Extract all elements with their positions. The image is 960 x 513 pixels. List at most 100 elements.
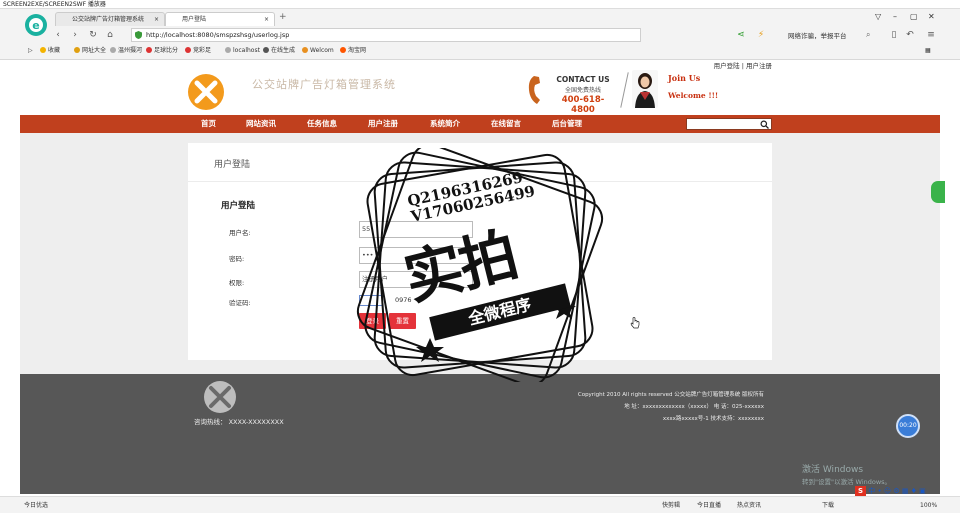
login-panel-header: 用户登陆 (214, 160, 251, 170)
status-hot-news[interactable]: 热点资讯 (737, 498, 761, 513)
captcha-label: 验证码: (229, 299, 251, 307)
tab-user-login[interactable]: 用户登陆 × (165, 12, 275, 26)
menu-icon[interactable]: ≡ (925, 29, 937, 41)
nav-item-home[interactable]: 首页 (201, 115, 216, 133)
username-field[interactable]: 55 (359, 221, 473, 238)
player-title-bar: SCREEN2EXE/SCREEN2SWF 播放器 (0, 0, 960, 9)
footer-copyright: Copyright 2010 All rights reserved 公交站牌广… (577, 392, 764, 398)
reset-button[interactable]: 重置 (389, 313, 416, 329)
address-bar[interactable]: http://localhost:8080/smspzshsg/userlog.… (131, 28, 641, 42)
login-panel: 用户登陆 用户登陆 用户名: 55 密码: ••• 权限: 注册用户 验证码: … (188, 143, 772, 360)
status-today-picks[interactable]: 今日优选 (24, 498, 48, 513)
login-title: 用户登陆 (221, 201, 256, 211)
nav-item-tasks[interactable]: 任务信息 (307, 115, 337, 133)
site-logo-icon[interactable] (186, 72, 226, 112)
url-text: http://localhost:8080/smspzshsg/userlog.… (146, 31, 290, 39)
status-live[interactable]: 今日直播 (697, 498, 721, 513)
captcha-input[interactable] (359, 295, 383, 306)
bookmark-welcome[interactable]: Welcom (302, 44, 334, 58)
login-button[interactable]: 登录 (359, 313, 386, 329)
browser-status-bar: 今日优选 快剪辑 今日直播 热点资讯 下载 100% (0, 496, 960, 513)
top-register-link[interactable]: 用户注册 (746, 62, 772, 70)
search-icon[interactable]: ⌕ (866, 30, 870, 40)
device-icon[interactable]: ▯ (888, 29, 900, 41)
bookmarks-bar: ▷ 收藏 网址大全 温州摄河 足球比分 竞彩足 localhost 在线生成 W… (0, 44, 960, 58)
site-search-input[interactable] (686, 118, 772, 130)
join-block: Join Us Welcome !!! (668, 73, 718, 100)
undo-icon[interactable]: ↶ (904, 29, 916, 41)
tab-ad-system[interactable]: 公交站牌广告灯箱管理系统 × (55, 12, 165, 26)
bookmark-online-gen[interactable]: 在线生成 (263, 44, 295, 58)
bookmark-favorites[interactable]: 收藏 (40, 44, 60, 58)
player-title: SCREEN2EXE/SCREEN2SWF 播放器 (3, 1, 106, 8)
main-nav: 首页 网站资讯 任务信息 用户注册 系统简介 在线留言 后台管理 (20, 115, 940, 133)
role-select[interactable]: 注册用户 (359, 271, 473, 288)
contact-subtitle: 全国免费热线 (564, 87, 601, 94)
bookmark-localhost[interactable]: localhost (225, 44, 260, 58)
contact-title: CONTACT US (556, 75, 610, 84)
contact-block: CONTACT US 全国免费热线 400-618-4800 (556, 75, 610, 115)
close-window-icon[interactable]: ✕ (928, 12, 935, 21)
timer-bubble[interactable]: 00:20 (896, 414, 920, 438)
tab-close-icon[interactable]: × (264, 13, 269, 26)
side-widget-icon[interactable] (931, 181, 945, 203)
web-page: 用户登陆 | 用户注册 公交站牌广告灯箱管理系统 CONTACT US 全国免费… (20, 60, 940, 494)
navigation-row: ‹ › ↻ ⌂ http://localhost:8080/smspzshsg/… (0, 27, 960, 43)
forward-icon[interactable]: › (69, 29, 81, 41)
status-zoom[interactable]: 100% (920, 498, 937, 513)
top-login-link[interactable]: 用户登陆 (714, 62, 740, 70)
windows-activation-notice: 激活 Windows 转到"设置"以激活 Windows。 (802, 462, 891, 486)
footer-logo-icon (204, 381, 236, 413)
footer-tech: xxxx路xxxxx号-1 技术支持：xxxxxxxx (662, 416, 764, 422)
ime-tools-icon[interactable]: • ☺ ⚙ ▦ ♦ ▣ (877, 487, 925, 495)
contact-phone: 400-618-4800 (561, 95, 605, 115)
bookmark-wenzhou[interactable]: 温州摄河 (110, 44, 142, 58)
header-divider (620, 72, 629, 108)
role-label: 权限: (229, 279, 245, 287)
share-icon[interactable]: ⋖ (735, 29, 747, 41)
avatar (632, 70, 658, 108)
lightning-icon[interactable]: ⚡ (755, 29, 767, 41)
refresh-icon[interactable]: ↻ (87, 29, 99, 41)
home-icon[interactable]: ⌂ (104, 29, 116, 41)
top-link-separator: | (741, 62, 744, 70)
tab-close-icon[interactable]: × (154, 13, 159, 26)
status-quick-edit[interactable]: 快剪辑 (662, 498, 680, 513)
bookmark-football[interactable]: 足球比分 (146, 44, 178, 58)
join-title: Join Us (668, 73, 701, 83)
activation-subtitle: 转到"设置"以激活 Windows。 (802, 478, 892, 486)
bookmark-expand-icon[interactable]: ▷ (28, 44, 33, 58)
search-icon[interactable] (760, 120, 769, 129)
nav-item-register[interactable]: 用户注册 (368, 115, 398, 133)
top-links: 用户登陆 | 用户注册 (714, 60, 772, 70)
nav-item-about[interactable]: 系统简介 (430, 115, 460, 133)
status-download[interactable]: 下载 (822, 498, 834, 513)
captcha-code[interactable]: 0976 (395, 296, 412, 304)
nav-item-message[interactable]: 在线留言 (491, 115, 521, 133)
divider (188, 181, 772, 182)
back-icon[interactable]: ‹ (52, 29, 64, 41)
nav-item-admin[interactable]: 后台管理 (552, 115, 582, 133)
minimize-icon[interactable]: – (893, 12, 897, 21)
site-title: 公交站牌广告灯箱管理系统 (252, 78, 396, 91)
username-label: 用户名: (229, 229, 251, 237)
password-field[interactable]: ••• (359, 247, 473, 264)
ime-mode[interactable]: 中 (868, 487, 875, 495)
hand-cursor-icon (630, 317, 640, 329)
bookmark-lottery[interactable]: 竞彩足 (185, 44, 211, 58)
maximize-icon[interactable]: ▢ (910, 12, 918, 21)
report-link[interactable]: 网络诈骗，举报平台 (788, 30, 847, 40)
screen: { "player": {"title": "SCREEN2EXE/SCREEN… (0, 0, 960, 513)
bookmark-taobao[interactable]: 淘宝网 (340, 44, 366, 58)
new-tab-icon[interactable]: + (279, 12, 287, 22)
footer-hotline: 咨询热线： XXXX-XXXXXXXX (194, 418, 284, 426)
activation-title: 激活 Windows (802, 465, 864, 475)
password-label: 密码: (229, 255, 245, 263)
tab-label: 用户登陆 (182, 16, 207, 23)
skin-icon[interactable]: ▽ (875, 12, 881, 21)
nav-item-news[interactable]: 网站资讯 (246, 115, 276, 133)
grid-icon[interactable]: ▦ (925, 44, 931, 58)
tab-label: 公交站牌广告灯箱管理系统 (72, 16, 145, 23)
browser-chrome: e 公交站牌广告灯箱管理系统 × 用户登陆 × + ▽ – ▢ ✕ ‹ › ↻ ⌂ … (0, 9, 960, 60)
bookmark-sites[interactable]: 网址大全 (74, 44, 106, 58)
